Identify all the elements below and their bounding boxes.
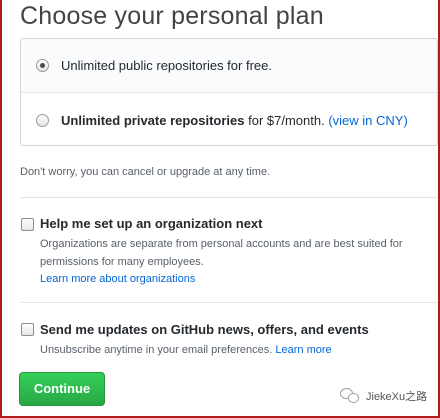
organization-checkbox[interactable] xyxy=(21,218,34,231)
watermark-text: JiekeXu之路 xyxy=(366,391,428,403)
view-in-cny-link[interactable]: (view in CNY) xyxy=(328,113,407,128)
plan-private-name: Unlimited private repositories xyxy=(61,112,245,128)
organization-option-title[interactable]: Help me set up an organization next xyxy=(40,216,262,231)
cancel-note: Don't worry, you can cancel or upgrade a… xyxy=(20,166,271,178)
chat-bubbles-icon xyxy=(340,388,362,404)
updates-option-title[interactable]: Send me updates on GitHub news, offers, … xyxy=(40,322,369,337)
plan-option-private[interactable]: Unlimited private repositories for $7/mo… xyxy=(21,93,437,147)
divider xyxy=(20,302,438,303)
plan-private-radio[interactable] xyxy=(36,113,49,127)
watermark: JiekeXu之路 xyxy=(340,388,427,404)
updates-checkbox[interactable] xyxy=(21,323,34,336)
continue-button[interactable]: Continue xyxy=(19,372,105,406)
page-title: Choose your personal plan xyxy=(20,2,324,30)
plan-private-price: for $7/month. xyxy=(244,112,329,128)
plan-option-free[interactable]: Unlimited public repositories for free. xyxy=(21,39,437,93)
updates-desc: Unsubscribe anytime in your email prefer… xyxy=(40,341,332,359)
plan-free-radio[interactable] xyxy=(36,59,49,72)
divider xyxy=(20,197,438,198)
updates-desc-text: Unsubscribe anytime in your email prefer… xyxy=(40,344,276,356)
learn-more-link[interactable]: Learn more xyxy=(275,344,331,356)
plan-free-label: Unlimited public repositories for free. xyxy=(61,58,272,73)
plan-options: Unlimited public repositories for free. … xyxy=(20,38,438,146)
organization-desc-line2: permissions for many employees. xyxy=(40,256,204,268)
plan-private-label: Unlimited private repositories for $7/mo… xyxy=(61,113,408,128)
organization-desc-line1: Organizations are separate from personal… xyxy=(40,238,403,250)
learn-more-organizations-link[interactable]: Learn more about organizations xyxy=(40,273,195,285)
